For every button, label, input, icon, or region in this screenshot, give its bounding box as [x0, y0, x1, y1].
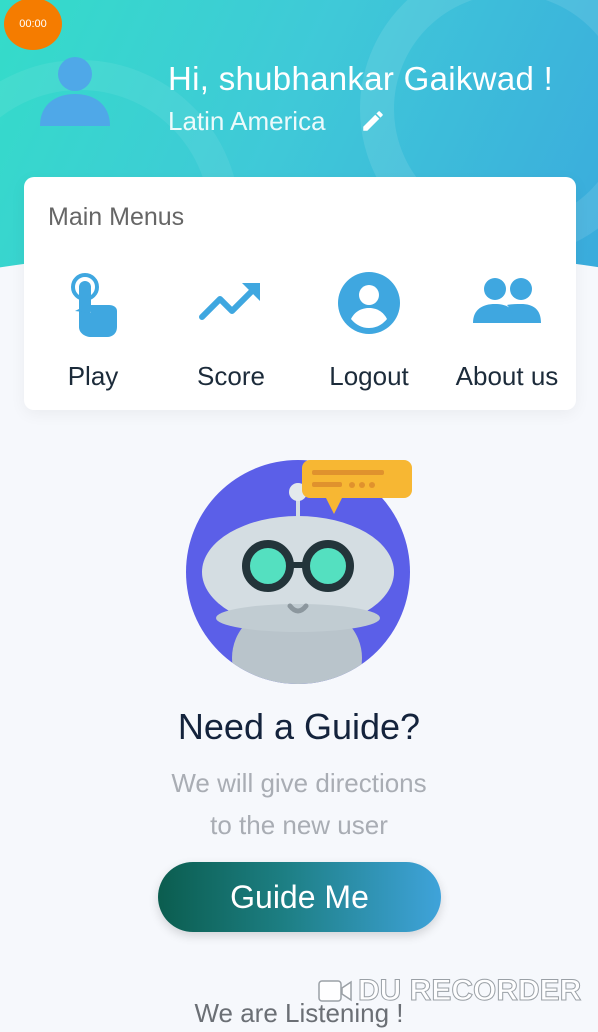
guide-title: Need a Guide? — [177, 706, 421, 747]
menu-label-about: About us — [455, 361, 559, 391]
guide-description-line: to the new user — [210, 810, 388, 840]
trending-up-icon — [199, 283, 260, 320]
guide-description: We will give directions to the new user — [0, 762, 598, 846]
group-icon — [473, 278, 541, 323]
guide-description-line: We will give directions — [171, 768, 427, 798]
menu-label-play: Play — [67, 361, 119, 391]
robot-guide-illustration — [186, 460, 412, 684]
menu-label-logout: Logout — [329, 361, 409, 391]
recorder-timer[interactable]: 00:00 — [4, 0, 62, 50]
recorder-timer-text: 00:00 — [19, 18, 47, 30]
tap-hand-icon — [71, 273, 117, 337]
user-avatar-icon[interactable] — [38, 54, 112, 128]
menu-item-about[interactable]: About us — [438, 271, 576, 401]
edit-pencil-icon[interactable] — [360, 108, 386, 134]
menu-item-logout[interactable]: Logout — [300, 271, 438, 401]
footer-text: We are Listening ! — [194, 998, 404, 1028]
menu-label-score: Score — [197, 361, 265, 391]
menu-item-score[interactable]: Score — [162, 271, 300, 401]
menu-title: Main Menus — [48, 203, 185, 231]
menu-item-play[interactable]: Play — [24, 271, 162, 401]
guide-me-button[interactable]: Guide Me — [158, 862, 441, 932]
account-circle-icon — [338, 272, 400, 334]
greeting-text: Hi, shubhankar Gaikwad ! — [168, 60, 554, 97]
main-menu-card: Main Menus Play Score Logout About us — [24, 177, 576, 410]
region-text: Latin America — [168, 106, 326, 136]
